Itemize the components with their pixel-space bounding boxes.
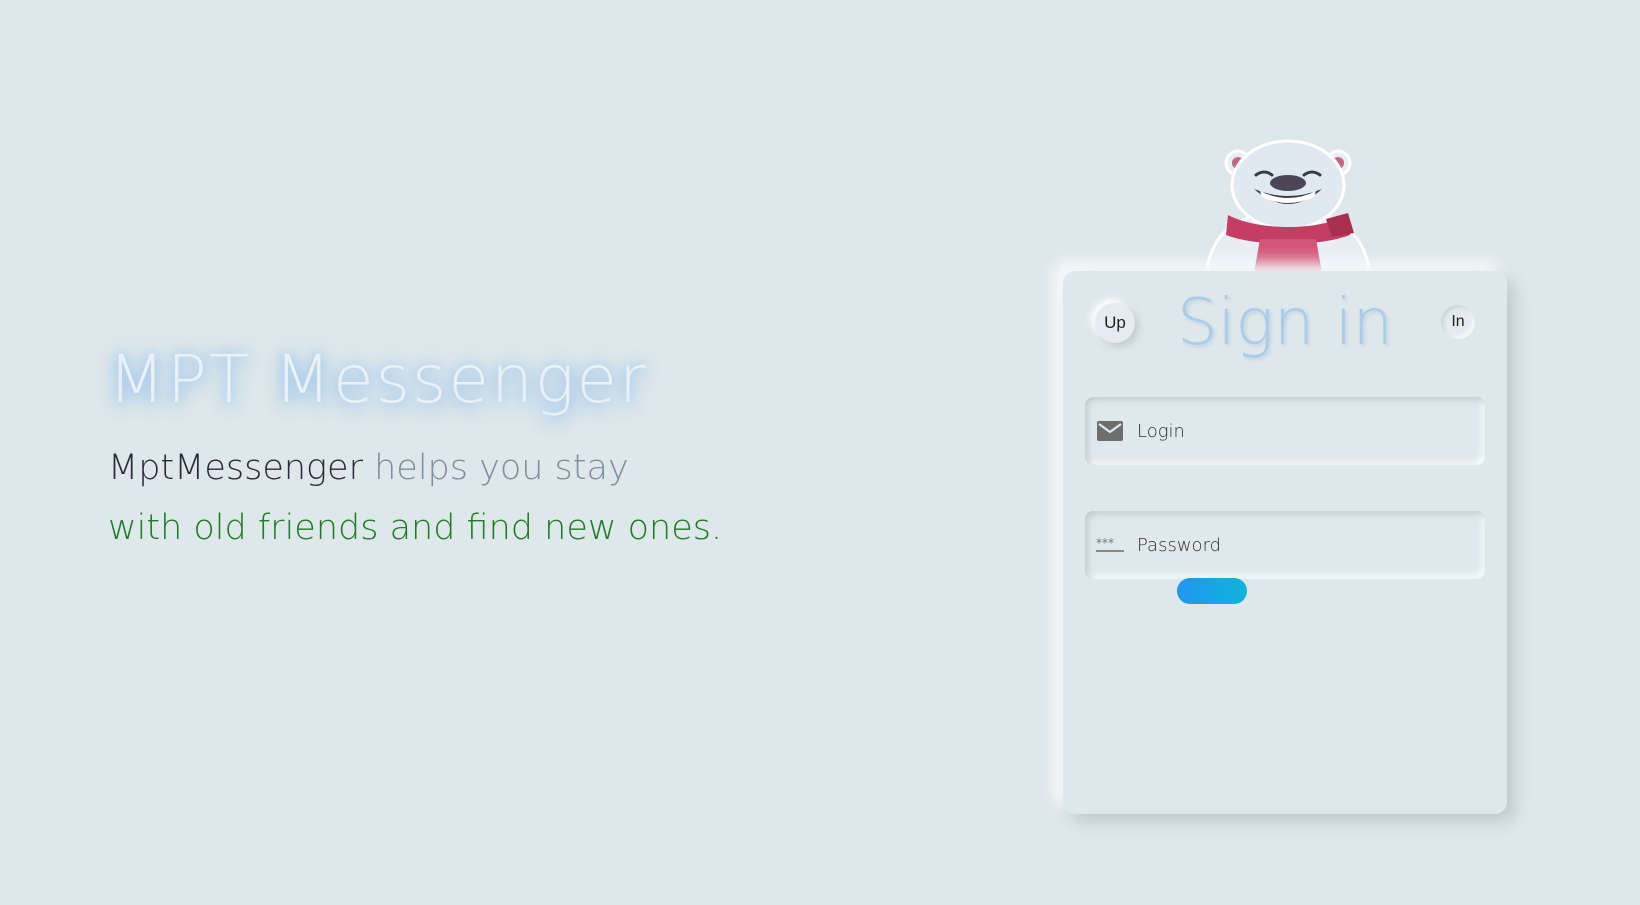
tagline-rest: helps you stay xyxy=(362,448,629,488)
tagline-brand: MptMessenger xyxy=(108,448,363,488)
password-input[interactable] xyxy=(1135,533,1459,557)
landing-page: MPT Messenger MptMessenger helps you sta… xyxy=(0,0,1640,905)
tab-sign-in[interactable]: In xyxy=(1441,305,1475,339)
sign-in-card: Up Sign in In *** xyxy=(1063,271,1507,814)
login-field[interactable] xyxy=(1085,397,1485,465)
hero-section: MPT Messenger MptMessenger helps you sta… xyxy=(108,340,828,558)
mail-icon xyxy=(1096,419,1124,443)
tagline: MptMessenger helps you stay with old fri… xyxy=(108,438,828,558)
polar-bear-mascot-icon xyxy=(1204,139,1372,273)
app-title: MPT Messenger xyxy=(108,341,649,418)
login-input[interactable] xyxy=(1135,419,1459,443)
tagline-line-2: with old friends and find new ones. xyxy=(108,508,723,548)
password-asterisks-icon: *** xyxy=(1096,533,1124,557)
svg-text:***: *** xyxy=(1096,537,1114,550)
password-field[interactable]: *** xyxy=(1085,511,1485,579)
tagline-line-1: MptMessenger helps you stay xyxy=(108,438,828,498)
submit-button[interactable] xyxy=(1177,578,1247,604)
